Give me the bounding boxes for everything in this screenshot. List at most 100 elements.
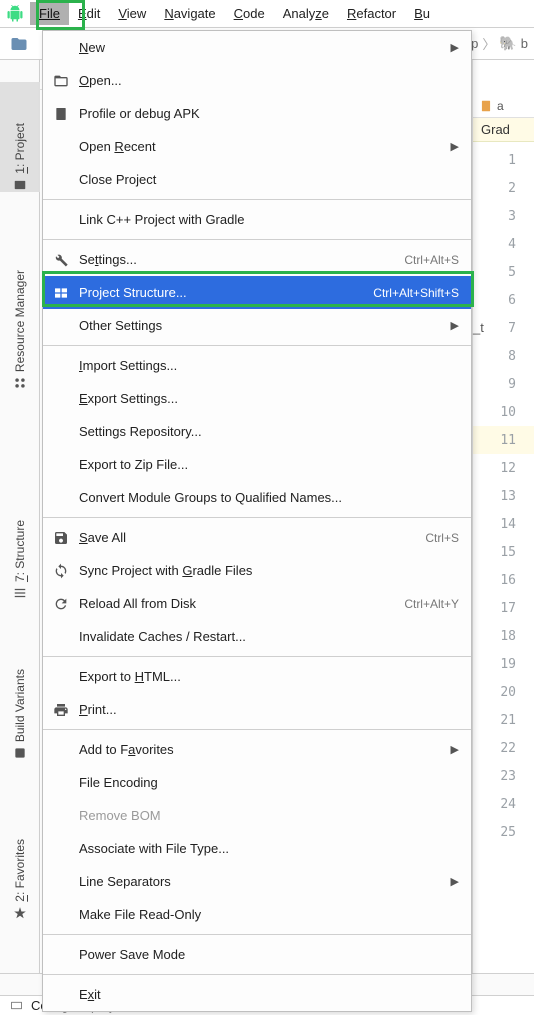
print-icon: [53, 702, 69, 718]
menu-item-export-html[interactable]: Export to HTML...: [43, 660, 471, 693]
menu-item-close-project[interactable]: Close Project: [43, 163, 471, 196]
menu-refactor[interactable]: Refactor: [338, 2, 405, 25]
menu-item-convert-module[interactable]: Convert Module Groups to Qualified Names…: [43, 481, 471, 514]
menu-separator: [43, 239, 471, 240]
menu-separator: [43, 974, 471, 975]
breadcrumb-segment[interactable]: b: [521, 36, 528, 51]
breadcrumb-segment[interactable]: p: [471, 36, 478, 51]
submenu-arrow-icon: ▶: [451, 875, 459, 888]
line-number: 13: [473, 482, 534, 510]
menu-separator: [43, 199, 471, 200]
line-number: 6: [473, 286, 534, 314]
line-number: 3: [473, 202, 534, 230]
line-number: 1: [473, 146, 534, 174]
submenu-arrow-icon: ▶: [451, 743, 459, 756]
line-number: 4: [473, 230, 534, 258]
menu-item-import-settings[interactable]: Import Settings...: [43, 349, 471, 382]
sidebar-tab-resource-manager[interactable]: Resource Manager: [0, 230, 40, 390]
menu-code[interactable]: Code: [225, 2, 274, 25]
line-number: 8: [473, 342, 534, 370]
gradle-banner[interactable]: Grad: [473, 118, 534, 142]
menu-item-settings[interactable]: Settings...Ctrl+Alt+S: [43, 243, 471, 276]
menu-build[interactable]: Bu: [405, 2, 439, 25]
menu-item-open-recent[interactable]: Open Recent▶: [43, 130, 471, 163]
menu-item-new[interactable]: New▶: [43, 31, 471, 64]
menu-edit[interactable]: Edit: [69, 2, 109, 25]
wrench-icon: [53, 252, 69, 268]
project-structure-icon: [53, 285, 69, 301]
line-number: 15: [473, 538, 534, 566]
line-number: 10: [473, 398, 534, 426]
menu-item-add-favorites[interactable]: Add to Favorites▶: [43, 733, 471, 766]
breadcrumb-chevron-icon: 〉: [482, 34, 495, 53]
file-menu-dropdown: New▶ Open... Profile or debug APK Open R…: [42, 30, 472, 1012]
menu-file[interactable]: File: [30, 2, 69, 25]
menu-item-print[interactable]: Print...: [43, 693, 471, 726]
line-number: 21: [473, 706, 534, 734]
menu-view[interactable]: View: [109, 2, 155, 25]
gradle-icon: 🐘: [499, 35, 516, 52]
menu-item-remove-bom: Remove BOM: [43, 799, 471, 832]
sidebar-tab-favorites[interactable]: 2: Favorites: [0, 800, 40, 920]
menu-separator: [43, 345, 471, 346]
structure-icon: [13, 586, 27, 600]
line-number: 18: [473, 622, 534, 650]
menu-item-export-zip[interactable]: Export to Zip File...: [43, 448, 471, 481]
menu-item-exit[interactable]: Exit: [43, 978, 471, 1011]
line-number: 17: [473, 594, 534, 622]
resource-icon: [13, 376, 27, 390]
menubar: File Edit View Navigate Code Analyze Ref…: [0, 0, 534, 28]
menu-item-power-save[interactable]: Power Save Mode: [43, 938, 471, 971]
line-number: 2: [473, 174, 534, 202]
sidebar-tab-project[interactable]: 1: Project: [0, 82, 40, 192]
menu-item-invalidate-caches[interactable]: Invalidate Caches / Restart...: [43, 620, 471, 653]
save-icon: [53, 530, 69, 546]
line-number: 5: [473, 258, 534, 286]
line-number: 11: [473, 426, 534, 454]
line-number: 12: [473, 454, 534, 482]
build-icon: [13, 746, 27, 760]
menu-item-associate-filetype[interactable]: Associate with File Type...: [43, 832, 471, 865]
line-number: 20: [473, 678, 534, 706]
project-icon: [13, 178, 27, 192]
project-folder-icon[interactable]: [10, 35, 28, 53]
submenu-arrow-icon: ▶: [451, 319, 459, 332]
menu-item-profile-apk[interactable]: Profile or debug APK: [43, 97, 471, 130]
menu-item-export-settings[interactable]: Export Settings...: [43, 382, 471, 415]
open-folder-icon: [53, 73, 69, 89]
menu-separator: [43, 517, 471, 518]
menu-item-sync-gradle[interactable]: Sync Project with Gradle Files: [43, 554, 471, 587]
line-numbers: 1234567891011121314151617181920212223242…: [473, 142, 534, 846]
editor-tab[interactable]: a: [479, 99, 504, 113]
menu-item-other-settings[interactable]: Other Settings▶: [43, 309, 471, 342]
menu-analyze[interactable]: Analyze: [274, 2, 338, 25]
line-number: 9: [473, 370, 534, 398]
submenu-arrow-icon: ▶: [451, 140, 459, 153]
line-number: 14: [473, 510, 534, 538]
menu-item-make-readonly[interactable]: Make File Read-Only: [43, 898, 471, 931]
menu-item-reload-disk[interactable]: Reload All from DiskCtrl+Alt+Y: [43, 587, 471, 620]
star-icon: [13, 906, 27, 920]
apk-icon: [53, 106, 69, 122]
menu-item-link-cpp[interactable]: Link C++ Project with Gradle: [43, 203, 471, 236]
sidebar-tab-structure[interactable]: 7: Structure: [0, 480, 40, 600]
android-logo-icon: [6, 5, 24, 23]
menu-item-save-all[interactable]: Save AllCtrl+S: [43, 521, 471, 554]
menu-navigate[interactable]: Navigate: [155, 2, 224, 25]
sidebar-tab-build-variants[interactable]: Build Variants: [0, 640, 40, 760]
menu-separator: [43, 934, 471, 935]
menu-item-project-structure[interactable]: Project Structure...Ctrl+Alt+Shift+S: [43, 276, 471, 309]
editor-text-fragment: _t: [473, 320, 484, 335]
line-number: 23: [473, 762, 534, 790]
sync-icon: [53, 563, 69, 579]
line-number: 22: [473, 734, 534, 762]
line-number: 25: [473, 818, 534, 846]
editor-right-gutter: a Grad 123456789101112131415161718192021…: [472, 60, 534, 973]
line-number: 16: [473, 566, 534, 594]
menu-item-open[interactable]: Open...: [43, 64, 471, 97]
submenu-arrow-icon: ▶: [451, 41, 459, 54]
left-sidebar: 1: Project Resource Manager 7: Structure…: [0, 60, 40, 973]
menu-item-line-separators[interactable]: Line Separators▶: [43, 865, 471, 898]
menu-item-settings-repository[interactable]: Settings Repository...: [43, 415, 471, 448]
menu-item-file-encoding[interactable]: File Encoding: [43, 766, 471, 799]
